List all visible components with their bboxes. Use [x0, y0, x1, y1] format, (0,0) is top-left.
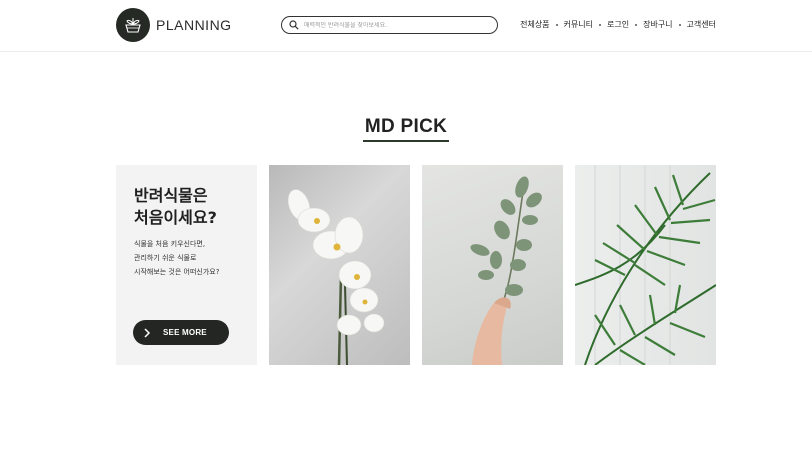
md-pick-cards: 반려식물은 처음이세요? 식물을 처음 키우신다면, 관리하기 쉬운 식물로 시… — [116, 165, 716, 365]
search-icon[interactable] — [289, 20, 299, 30]
nav-separator — [555, 23, 558, 26]
intro-card: 반려식물은 처음이세요? 식물을 처음 키우신다면, 관리하기 쉬운 식물로 시… — [116, 165, 257, 365]
palm-leaves-photo[interactable] — [575, 165, 716, 365]
intro-desc-line: 식물을 처음 키우신다면, — [134, 240, 206, 248]
intro-heading-line2: 처음이세요? — [134, 208, 217, 227]
plant-pot-logo-icon — [116, 8, 150, 42]
intro-desc-line: 시작해보는 것은 어떠신가요? — [134, 268, 220, 276]
white-orchid-photo[interactable] — [269, 165, 410, 365]
nav-customer-center[interactable]: 고객센터 — [687, 19, 716, 30]
nav-separator — [678, 23, 681, 26]
nav-community[interactable]: 커뮤니티 — [564, 19, 593, 30]
section-header: MD PICK — [0, 116, 812, 142]
main-nav: 전체상품 커뮤니티 로그인 장바구니 고객센터 — [520, 19, 716, 30]
palm-illustration — [575, 165, 716, 365]
site-header: PLANNING 전체상품 커뮤니티 로그인 장바구니 고객센터 — [0, 0, 812, 52]
nav-separator — [599, 23, 601, 26]
intro-desc-line: 관리하기 쉬운 식물로 — [134, 254, 197, 262]
chevron-right-icon — [144, 327, 151, 338]
logo-text: PLANNING — [156, 17, 232, 33]
nav-cart[interactable]: 장바구니 — [643, 19, 672, 30]
nav-all-products[interactable]: 전체상품 — [520, 19, 549, 30]
see-more-label: SEE MORE — [163, 328, 207, 337]
search-input[interactable] — [304, 21, 484, 29]
eucalyptus-branch-photo[interactable] — [422, 165, 563, 365]
intro-heading: 반려식물은 처음이세요? — [134, 185, 217, 229]
intro-heading-line1: 반려식물은 — [134, 186, 208, 205]
section-title: MD PICK — [362, 116, 450, 142]
orchid-illustration — [287, 189, 385, 365]
eucalyptus-illustration — [470, 176, 542, 365]
nav-separator — [635, 23, 638, 26]
nav-login[interactable]: 로그인 — [607, 19, 629, 30]
see-more-button[interactable]: SEE MORE — [133, 320, 229, 345]
search-bar[interactable] — [281, 16, 498, 34]
logo-link[interactable]: PLANNING — [116, 8, 232, 42]
intro-description: 식물을 처음 키우신다면, 관리하기 쉬운 식물로 시작해보는 것은 어떠신가요… — [134, 237, 219, 279]
